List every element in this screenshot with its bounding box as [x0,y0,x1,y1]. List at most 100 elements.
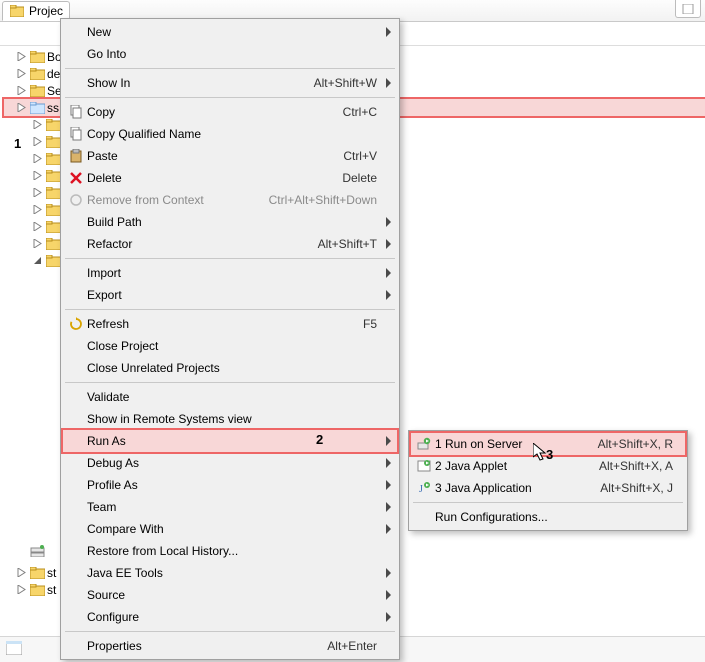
menu-item-show-in-remote-systems-view[interactable]: Show in Remote Systems view [63,408,397,430]
menu-item-build-path[interactable]: Build Path [63,211,397,233]
menu-label: Paste [87,149,319,163]
menu-item-compare-with[interactable]: Compare With [63,518,397,540]
menu-separator [65,631,395,632]
menu-item-team[interactable]: Team [63,496,397,518]
submenu-arrow-icon [386,290,391,300]
menu-label: Show in Remote Systems view [87,412,377,426]
menu-label: Copy [87,105,319,119]
submenu-item-run-configurations[interactable]: Run Configurations... [411,506,685,528]
submenu-item-3-java-application[interactable]: J3 Java ApplicationAlt+Shift+X, J [411,477,685,499]
twisty-icon[interactable] [16,85,27,96]
menu-item-import[interactable]: Import [63,262,397,284]
menu-label: Profile As [87,478,377,492]
menu-item-refactor[interactable]: RefactorAlt+Shift+T [63,233,397,255]
menu-item-properties[interactable]: PropertiesAlt+Enter [63,635,397,657]
menu-separator [413,502,683,503]
folder-icon [45,151,61,167]
submenu-arrow-icon [386,524,391,534]
twisty-icon[interactable] [32,221,43,232]
svg-text:J: J [419,484,423,495]
menu-label: Copy Qualified Name [87,127,377,141]
folder-icon [45,168,61,184]
menu-item-source[interactable]: Source [63,584,397,606]
submenu-item-1-run-on-server[interactable]: 1 Run on ServerAlt+Shift+X, R [411,433,685,455]
menu-label: Import [87,266,377,280]
menu-label: Java EE Tools [87,566,377,580]
menu-separator [65,68,395,69]
twisty-icon[interactable] [16,584,27,595]
menu-item-restore-from-local-history[interactable]: Restore from Local History... [63,540,397,562]
twisty-icon[interactable] [32,255,43,266]
twisty-icon[interactable] [32,136,43,147]
menu-item-refresh[interactable]: RefreshF5 [63,313,397,335]
menu-label: Export [87,288,377,302]
twisty-icon[interactable] [48,272,59,283]
menu-item-close-project[interactable]: Close Project [63,335,397,357]
twisty-icon[interactable] [16,102,27,113]
menu-item-show-in[interactable]: Show InAlt+Shift+W [63,72,397,94]
submenu-accelerator: Alt+Shift+X, R [582,437,673,451]
submenu-arrow-icon [386,568,391,578]
menu-item-profile-as[interactable]: Profile As [63,474,397,496]
twisty-icon[interactable] [16,545,27,556]
context-menu[interactable]: NewGo IntoShow InAlt+Shift+WCopyCtrl+CCo… [60,18,400,660]
twisty-icon[interactable] [32,119,43,130]
menu-item-close-unrelated-projects[interactable]: Close Unrelated Projects [63,357,397,379]
submenu-arrow-icon [386,78,391,88]
submenu-arrow-icon [386,502,391,512]
run-as-submenu[interactable]: 1 Run on ServerAlt+Shift+X, R2 Java Appl… [408,430,688,531]
menu-item-configure[interactable]: Configure [63,606,397,628]
menu-item-copy-qualified-name[interactable]: Copy Qualified Name [63,123,397,145]
project-tree-footer[interactable]: stst [4,564,56,598]
menu-item-export[interactable]: Export [63,284,397,306]
menu-item-go-into[interactable]: Go Into [63,43,397,65]
tree-row[interactable]: st [4,564,56,581]
run-server-icon [413,437,435,451]
menu-separator [65,258,395,259]
twisty-icon[interactable] [16,567,27,578]
twisty-icon[interactable] [48,289,59,300]
console-icon[interactable] [6,641,22,658]
menu-separator [65,309,395,310]
menu-separator [65,382,395,383]
menu-item-new[interactable]: New [63,21,397,43]
menu-label: Configure [87,610,377,624]
folder-icon [45,185,61,201]
submenu-arrow-icon [386,458,391,468]
folder-icon [45,253,61,269]
tree-row[interactable]: st [4,581,56,598]
menu-item-paste[interactable]: PasteCtrl+V [63,145,397,167]
menu-label: Show In [87,76,290,90]
submenu-label: 1 Run on Server [435,437,582,451]
twisty-icon[interactable] [32,153,43,164]
menu-item-validate[interactable]: Validate [63,386,397,408]
folder-icon [29,66,45,82]
menu-label: Close Unrelated Projects [87,361,377,375]
submenu-item-2-java-applet[interactable]: 2 Java AppletAlt+Shift+X, A [411,455,685,477]
menu-label: New [87,25,377,39]
menu-separator [65,97,395,98]
tree-row[interactable] [4,542,45,559]
menu-item-run-as[interactable]: Run As [63,430,397,452]
folder-icon [45,236,61,252]
twisty-icon[interactable] [32,187,43,198]
menu-item-delete[interactable]: DeleteDelete [63,167,397,189]
twisty-icon[interactable] [16,51,27,62]
menu-label: Refresh [87,317,339,331]
menu-item-java-ee-tools[interactable]: Java EE Tools [63,562,397,584]
submenu-arrow-icon [386,217,391,227]
twisty-icon[interactable] [32,238,43,249]
menu-item-debug-as[interactable]: Debug As [63,452,397,474]
editor-tab-strip [675,0,705,22]
folder-icon [29,565,45,581]
twisty-icon[interactable] [32,204,43,215]
twisty-icon[interactable] [32,170,43,181]
menu-item-copy[interactable]: CopyCtrl+C [63,101,397,123]
submenu-arrow-icon [386,480,391,490]
submenu-accelerator: Alt+Shift+X, J [584,481,673,495]
twisty-icon[interactable] [16,68,27,79]
menu-label: Remove from Context [87,193,245,207]
paste-icon [65,149,87,163]
submenu-arrow-icon [386,27,391,37]
menu-label: Go Into [87,47,377,61]
